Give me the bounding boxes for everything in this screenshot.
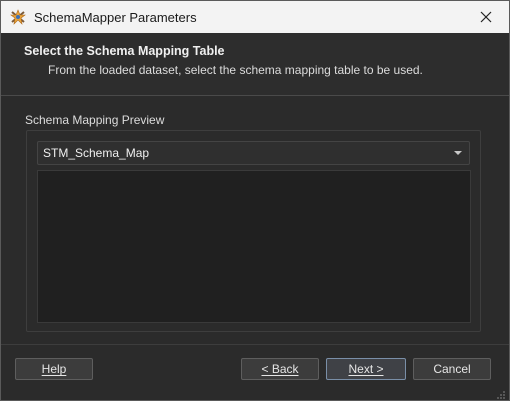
schema-preview-table[interactable] [37, 170, 471, 323]
footer-divider [1, 344, 509, 345]
back-button[interactable]: < Back [241, 358, 319, 380]
fme-workbench-icon [10, 9, 26, 25]
page-subtitle: From the loaded dataset, select the sche… [48, 63, 423, 77]
selected-table: STM_Schema_Map [43, 146, 150, 160]
dropdown-arrow-icon [454, 151, 462, 155]
wizard-header: Select the Schema Mapping Table From the… [1, 33, 509, 96]
page-title: Select the Schema Mapping Table [24, 44, 225, 58]
help-button[interactable]: Help [15, 358, 93, 380]
section-label: Schema Mapping Preview [25, 113, 165, 127]
resize-grip-icon[interactable] [496, 387, 506, 399]
dialog-window: SchemaMapper Parameters Select the Schem… [0, 0, 510, 401]
back-button-label: < Back [261, 362, 299, 376]
help-button-label: Help [41, 362, 67, 376]
title-bar[interactable]: SchemaMapper Parameters [1, 1, 509, 33]
cancel-button[interactable]: Cancel [413, 358, 491, 380]
window-title: SchemaMapper Parameters [34, 10, 197, 25]
next-button-label: Next > [348, 362, 384, 376]
schema-table-select[interactable]: STM_Schema_Map [37, 141, 470, 165]
cancel-button-label: Cancel [433, 362, 471, 376]
next-button[interactable]: Next > [326, 358, 406, 380]
close-icon[interactable] [463, 1, 509, 33]
